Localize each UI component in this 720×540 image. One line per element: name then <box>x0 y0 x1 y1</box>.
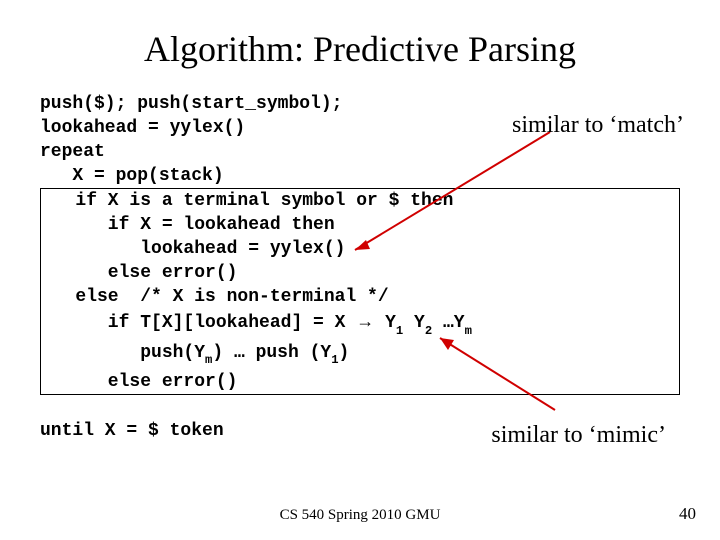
code-line-6: if X = lookahead then <box>43 215 335 235</box>
code-area: push($); push(start_symbol); lookahead =… <box>40 92 680 443</box>
code-line-7: lookahead = yylex() <box>43 239 345 259</box>
code-line-11: push(Ym) … push (Y1) <box>43 343 349 363</box>
page-number: 40 <box>679 504 696 524</box>
code-line-4: X = pop(stack) <box>40 166 224 186</box>
annotation-mimic: similar to ‘mimic’ <box>491 422 666 449</box>
code-line-2: lookahead = yylex() <box>40 118 245 138</box>
code-line-3: repeat <box>40 142 105 162</box>
code-line-9: else /* X is non-terminal */ <box>43 287 389 307</box>
code-line-1: push($); push(start_symbol); <box>40 94 342 114</box>
code-line-10: if T[X][lookahead] = X → Y1 Y2 …Ym <box>43 313 472 333</box>
code-line-5: if X is a terminal symbol or $ then <box>43 191 453 211</box>
boxed-block: if X is a terminal symbol or $ then if X… <box>40 188 680 395</box>
right-arrow-icon: → <box>356 311 374 331</box>
code-line-8: else error() <box>43 263 237 283</box>
slide-title: Algorithm: Predictive Parsing <box>0 0 720 92</box>
code-line-13: until X = $ token <box>40 421 224 441</box>
pseudocode: push($); push(start_symbol); lookahead =… <box>40 92 680 443</box>
footer-text: CS 540 Spring 2010 GMU <box>0 507 720 524</box>
code-line-12: else error() <box>43 372 237 392</box>
annotation-match: similar to ‘match’ <box>512 112 684 139</box>
